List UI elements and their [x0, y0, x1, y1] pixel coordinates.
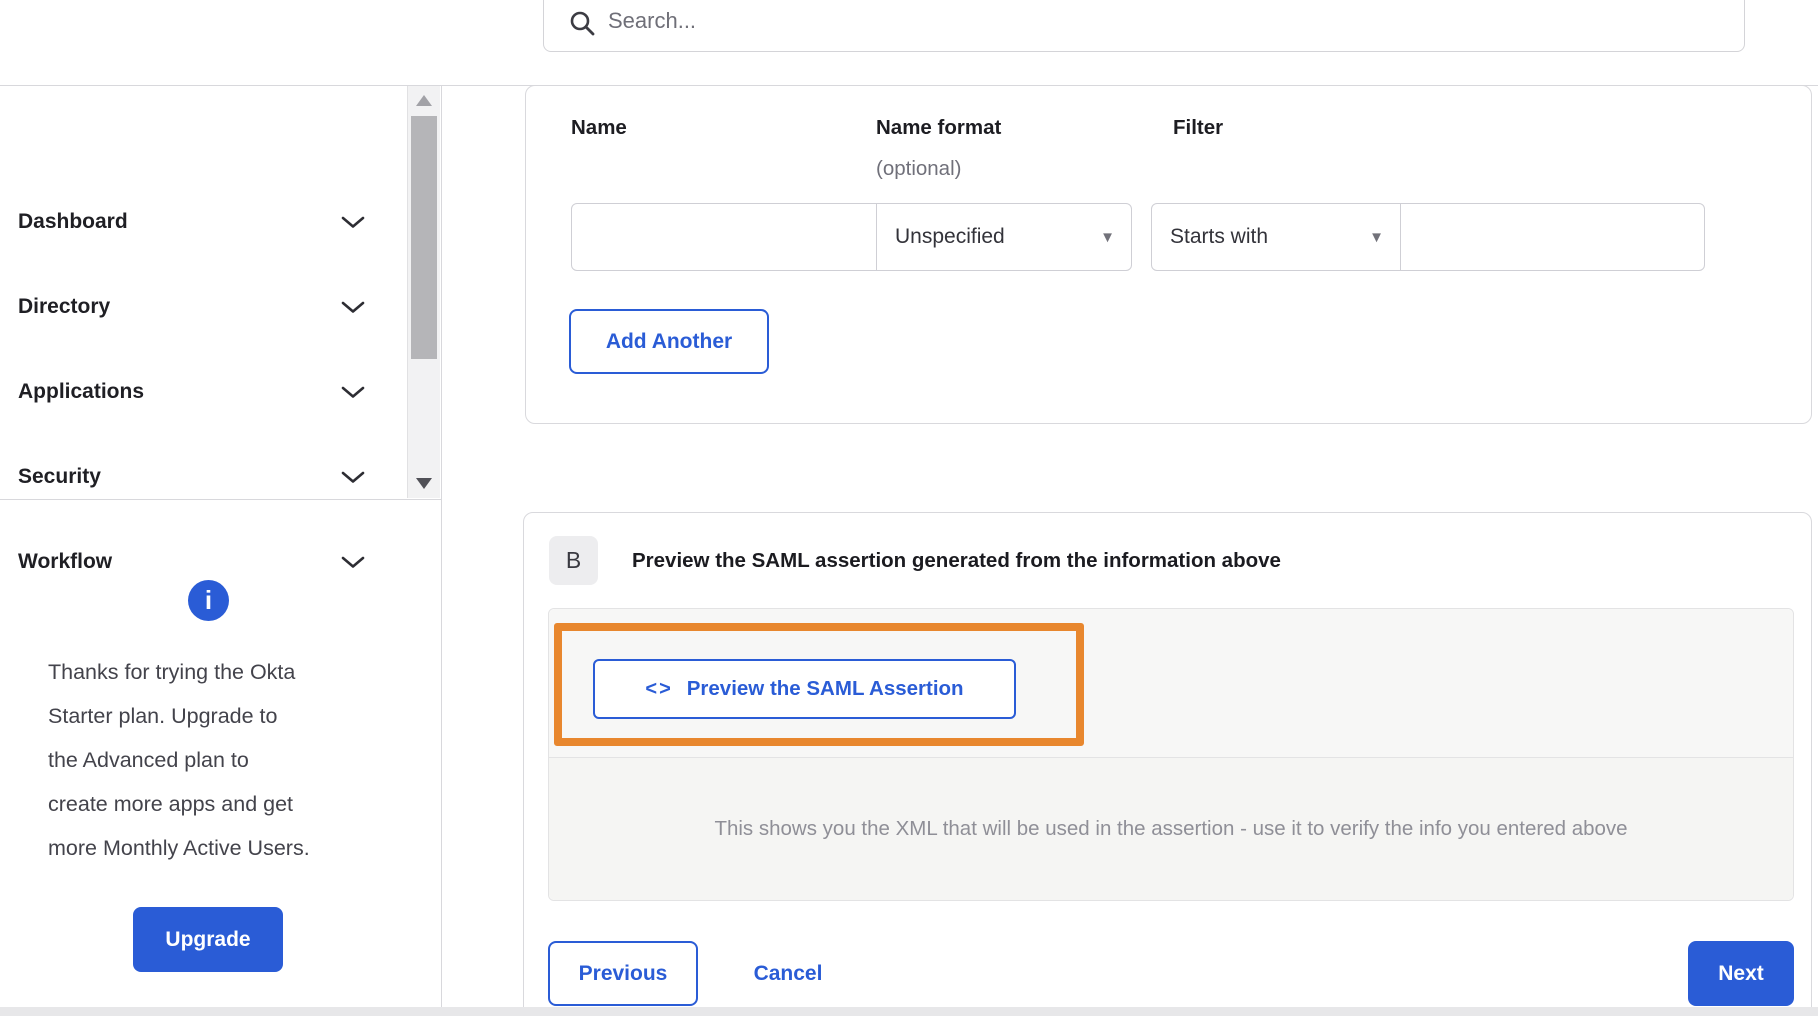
- filter-type-select[interactable]: Starts with ▼: [1151, 203, 1401, 271]
- chevron-down-icon: [341, 386, 365, 398]
- upgrade-button[interactable]: Upgrade: [133, 907, 283, 972]
- sidebar-item-label: Security: [18, 465, 101, 488]
- filter-value-input[interactable]: [1400, 203, 1705, 271]
- okta-admin-page: okta Dashboard Directory Applications Se…: [0, 0, 1818, 1016]
- chevron-down-icon: [341, 216, 365, 228]
- attribute-form-card: Name Name format (optional) Filter Unspe…: [525, 85, 1812, 424]
- sidebar-item-label: Dashboard: [18, 210, 128, 233]
- code-icon: <>: [645, 677, 673, 700]
- upsell-line: Starter plan. Upgrade to: [48, 704, 278, 728]
- upsell-message: Thanks for trying the Okta Starter plan.…: [48, 650, 398, 870]
- sidebar-item-dashboard[interactable]: Dashboard: [0, 184, 407, 260]
- sidebar-nav: Dashboard Directory Applications Securit…: [0, 85, 441, 573]
- attribute-name-input[interactable]: [571, 203, 877, 271]
- sidebar-scrollbar[interactable]: [407, 86, 440, 498]
- search-input[interactable]: [544, 0, 1744, 47]
- select-caret-icon: ▼: [1100, 228, 1115, 246]
- saml-preview-panel: This shows you the XML that will be used…: [548, 608, 1794, 901]
- add-another-button[interactable]: Add Another: [569, 309, 769, 374]
- name-format-value: Unspecified: [895, 225, 1005, 248]
- filter-type-value: Starts with: [1170, 225, 1269, 248]
- sidebar-item-directory[interactable]: Directory: [0, 269, 407, 345]
- previous-button[interactable]: Previous: [548, 941, 698, 1006]
- search-box[interactable]: [543, 0, 1745, 52]
- sidebar-item-label: Workflow: [18, 550, 113, 573]
- cancel-link[interactable]: Cancel: [730, 941, 846, 1006]
- name-format-label: Name format: [876, 116, 1002, 139]
- scroll-down-arrow-icon[interactable]: [416, 478, 432, 489]
- sidebar-item-label: Directory: [18, 295, 111, 318]
- scroll-up-arrow-icon[interactable]: [416, 95, 432, 106]
- chevron-down-icon: [341, 471, 365, 483]
- preview-saml-assertion-button[interactable]: <> Preview the SAML Assertion: [593, 659, 1016, 719]
- upsell-line: the Advanced plan to: [48, 748, 249, 772]
- preview-button-label: Preview the SAML Assertion: [686, 677, 964, 700]
- upsell-line: more Monthly Active Users.: [48, 836, 310, 860]
- name-label: Name: [571, 116, 627, 139]
- name-format-optional-label: (optional): [876, 157, 962, 180]
- chevron-down-icon: [341, 301, 365, 313]
- chevron-down-icon: [341, 556, 365, 568]
- scrollbar-thumb[interactable]: [411, 116, 437, 359]
- section-heading: Preview the SAML assertion generated fro…: [632, 548, 1281, 572]
- sidebar-item-security[interactable]: Security: [0, 439, 407, 515]
- select-caret-icon: ▼: [1369, 228, 1384, 246]
- next-button[interactable]: Next: [1688, 941, 1794, 1006]
- viewport-bottom-strip: [0, 1007, 1818, 1016]
- sidebar-item-label: Applications: [18, 380, 145, 403]
- name-format-select[interactable]: Unspecified ▼: [876, 203, 1132, 271]
- sidebar-item-applications[interactable]: Applications: [0, 354, 407, 430]
- upsell-line: Thanks for trying the Okta: [48, 660, 296, 684]
- step-badge: B: [549, 536, 598, 585]
- info-icon: i: [188, 580, 229, 621]
- preview-description: This shows you the XML that will be used…: [714, 817, 1628, 840]
- preview-section-card: B Preview the SAML assertion generated f…: [523, 512, 1812, 1016]
- sidebar-divider: [441, 85, 442, 1016]
- preview-description-area: This shows you the XML that will be used…: [549, 757, 1793, 900]
- section-header: B Preview the SAML assertion generated f…: [549, 536, 1281, 585]
- upsell-line: create more apps and get: [48, 792, 294, 816]
- filter-label: Filter: [1173, 116, 1224, 139]
